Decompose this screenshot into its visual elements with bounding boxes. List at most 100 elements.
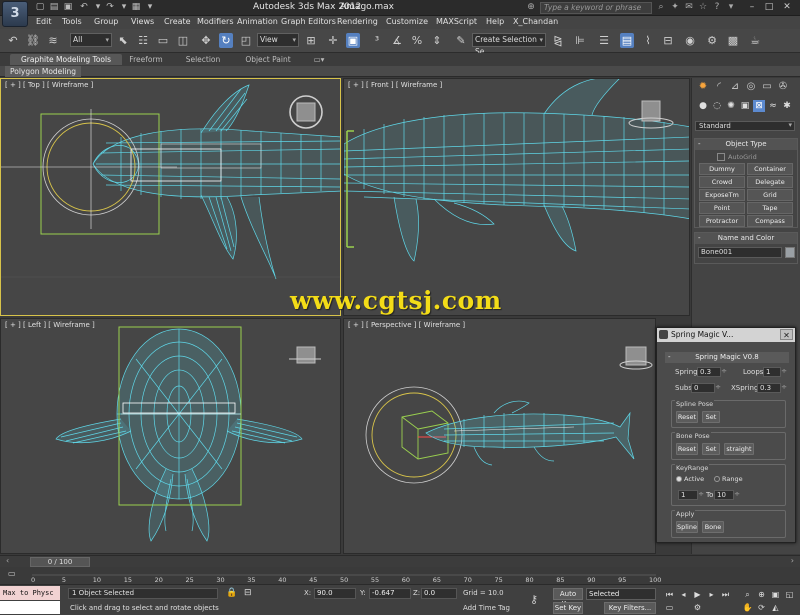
spring-magic-close-button[interactable]: ✕ [780,329,793,340]
trackbar-toggle-icon[interactable]: ▭ [8,569,16,578]
point-button[interactable]: Point [699,202,745,214]
redo-dropdown-icon[interactable]: ▾ [118,2,130,13]
viewport-perspective[interactable]: [ + ] [ Perspective ] [ Wireframe ] [343,318,656,554]
maximize-viewport-icon[interactable]: ◱ [784,589,795,600]
menu-help[interactable]: Help [486,17,504,26]
menu-animation[interactable]: Animation [237,17,278,26]
add-time-tag[interactable]: Add Time Tag [463,604,510,612]
utilities-tab-icon[interactable]: ✇ [776,80,790,94]
maxscript-listener-input[interactable]: Max to Physc [0,586,60,600]
favorites-icon[interactable]: ☆ [697,2,709,13]
crowd-button[interactable]: Crowd [699,176,745,188]
maximize-icon[interactable]: □ [762,1,776,14]
subs-spinner[interactable]: 0 [691,383,721,393]
menu-modifiers[interactable]: Modifiers [197,17,234,26]
protractor-button[interactable]: Protractor [699,215,745,227]
lock-selection-icon[interactable]: 🔒 [226,588,237,598]
dummy-button[interactable]: Dummy [699,163,745,175]
undo-icon[interactable]: ↶ [78,2,90,13]
active-radio[interactable]: Active [676,475,704,483]
zoom-all-icon[interactable]: ⊕ [756,589,767,600]
render-production-icon[interactable]: ☕ [748,33,762,48]
pivot-center-icon[interactable]: ⊞ [304,33,318,48]
delegate-button[interactable]: Delegate [747,176,793,188]
viewport-left[interactable]: [ + ] [ Left ] [ Wireframe ] [0,318,341,554]
menu-customize[interactable]: Customize [386,17,428,26]
menu-rendering[interactable]: Rendering [337,17,378,26]
tape-button[interactable]: Tape [747,202,793,214]
new-file-icon[interactable]: ▢ [34,2,46,13]
menu-x-chandan[interactable]: X_Chandan [513,17,558,26]
schematic-view-icon[interactable]: ⊟ [661,33,675,48]
spinner-snap-icon[interactable]: ⇕ [430,33,444,48]
subscription-icon[interactable]: ✦ [669,2,681,13]
zoom-icon[interactable]: ⌕ [742,589,753,600]
render-setup-icon[interactable]: ⚙ [705,33,719,48]
undo-scene-icon[interactable]: ↶ [6,33,20,48]
viewport-left-label[interactable]: [ + ] [ Left ] [ Wireframe ] [5,321,95,329]
range-radio[interactable]: Range [714,475,743,483]
redo-icon[interactable]: ↷ [104,2,116,13]
mirror-icon[interactable]: ⧎ [551,33,565,48]
select-and-manipulate-icon[interactable]: ✛ [326,33,340,48]
tab-selection[interactable]: Selection [180,54,226,65]
close-icon[interactable]: ✕ [780,1,794,14]
search-scope-icon[interactable]: ⊕ [525,2,537,13]
menu-graph-editors[interactable]: Graph Editors [281,17,336,26]
select-and-rotate-icon[interactable]: ↻ [219,33,233,48]
play-icon[interactable]: ▶ [692,589,703,600]
display-tab-icon[interactable]: ▭ [760,80,774,94]
lights-icon[interactable]: ✺ [725,100,737,112]
absolute-mode-icon[interactable]: ⊟ [244,588,252,598]
keyboard-shortcut-override-icon[interactable]: ▣ [346,33,360,48]
viewport-top[interactable]: [ + ] [ Top ] [ Wireframe ] [0,78,341,316]
undo-dropdown-icon[interactable]: ▾ [92,2,104,13]
quick-access-menu-icon[interactable]: ▾ [144,2,156,13]
angle-snap-icon[interactable]: ∡ [390,33,404,48]
next-frame-icon[interactable]: › [791,556,794,565]
tab-graphite-modeling-tools[interactable]: Graphite Modeling Tools [10,54,122,65]
space-warps-icon[interactable]: ≈ [767,100,779,112]
named-selection-set-dropdown[interactable]: Create Selection Se [472,33,546,56]
bone-pose-set-button[interactable]: Set [702,443,720,455]
align-icon[interactable]: ⊫ [573,33,587,48]
spline-pose-reset-button[interactable]: Reset [676,411,698,423]
apply-bone-button[interactable]: Bone [702,521,724,533]
communication-center-icon[interactable]: ✉ [683,2,695,13]
track-bar[interactable]: ▭ 0 5 10 15 20 25 30 35 40 45 50 55 60 65 70 75 80 85 90 95… [0,568,800,584]
material-editor-icon[interactable]: ◉ [683,33,697,48]
y-coordinate-field[interactable]: -0.647 [369,588,411,599]
menu-create[interactable]: Create [164,17,191,26]
hierarchy-tab-icon[interactable]: ⊿ [728,80,742,94]
project-folder-icon[interactable]: ▦ [130,2,142,13]
exposetm-button[interactable]: ExposeTm [699,189,745,201]
rectangular-selection-icon[interactable]: ▭ [156,33,170,48]
current-frame-field[interactable]: ▭ [664,602,675,613]
search-icon[interactable]: ⌕ [655,2,667,13]
spring-magic-title-bar[interactable]: Spring Magic V... [657,328,795,342]
range-to-spinner[interactable]: 10 [714,490,740,500]
graphite-modeling-toggle-icon[interactable]: ▤ [620,33,634,48]
compass-button[interactable]: Compass [747,215,793,227]
select-by-name-icon[interactable]: ☷ [136,33,150,48]
app-logo[interactable]: 3 [2,1,28,27]
modify-tab-icon[interactable]: ◜ [712,80,726,94]
edit-named-selection-icon[interactable]: ✎ [454,33,468,48]
viewport-front[interactable]: [ + ] [ Front ] [ Wireframe ] [343,78,690,316]
time-slider-thumb[interactable]: 0 / 100 [30,557,90,567]
helper-category-dropdown[interactable]: Standard [695,121,795,131]
menu-group[interactable]: Group [94,17,118,26]
help-icon[interactable]: ? [711,2,723,13]
menu-tools[interactable]: Tools [62,17,82,26]
viewport-top-label[interactable]: [ + ] [ Top ] [ Wireframe ] [5,81,93,89]
previous-frame-icon[interactable]: ◂ [678,589,689,600]
curve-editor-icon[interactable]: ⌇ [641,33,655,48]
x-coordinate-field[interactable]: 90.0 [314,588,356,599]
cameras-icon[interactable]: ▣ [739,100,751,112]
time-configuration-icon[interactable]: ⚙ [692,602,703,613]
object-type-header[interactable]: - Object Type [695,139,797,150]
reference-coordinate-dropdown[interactable]: View [257,33,299,47]
loops-spinner[interactable]: 1 [763,367,787,377]
pan-icon[interactable]: ✋ [742,602,753,613]
next-key-icon[interactable]: ▸ [706,589,717,600]
